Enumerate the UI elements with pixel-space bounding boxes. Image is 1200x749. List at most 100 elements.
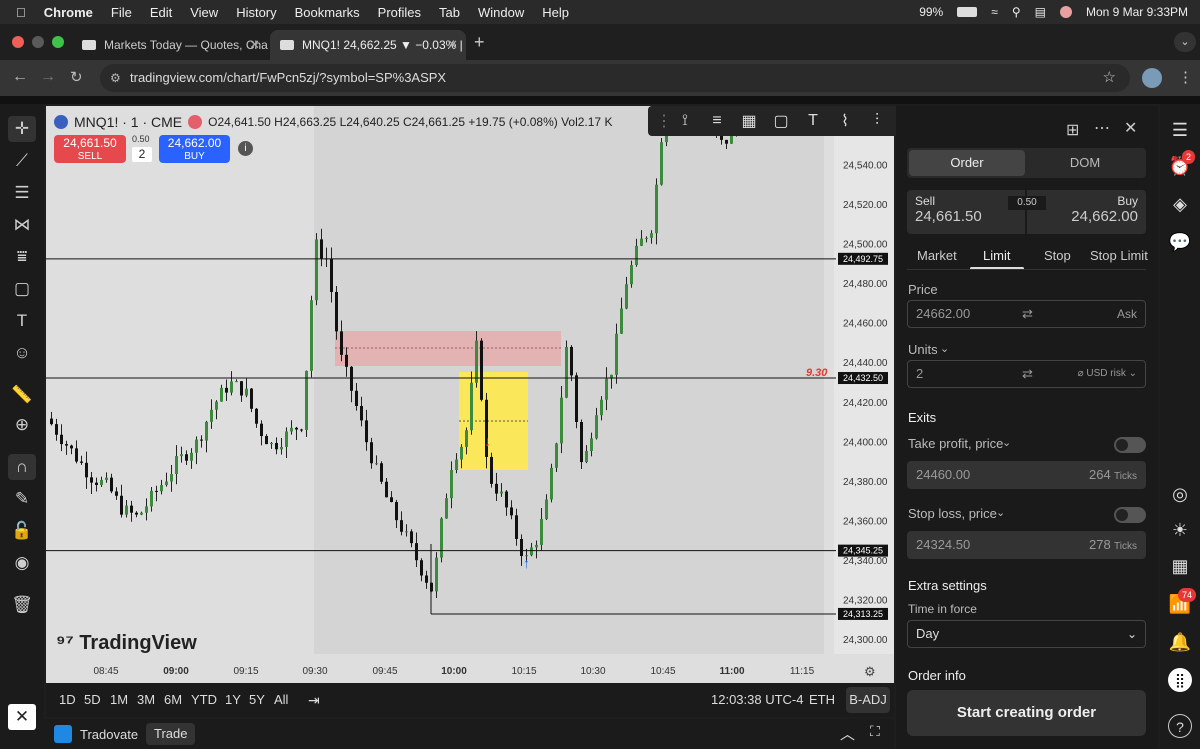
bookmark-star-icon[interactable]: ☆	[1103, 64, 1116, 92]
sell-button[interactable]: 24,661.50 SELL	[54, 135, 126, 163]
order-type-stop-limit[interactable]: Stop Limit	[1090, 248, 1148, 263]
channel-tool-icon[interactable]: ⫶	[866, 112, 888, 130]
reload-icon[interactable]: ↻	[70, 68, 83, 86]
adjustment-toggle[interactable]: B-ADJ	[846, 687, 890, 713]
crosshair-icon[interactable]: ✛	[8, 116, 36, 142]
menu-file[interactable]: File	[111, 5, 132, 20]
take-profit-toggle[interactable]	[1114, 437, 1146, 453]
broker-label[interactable]: Tradovate	[80, 727, 138, 742]
order-type-stop[interactable]: Stop	[1044, 248, 1071, 263]
range-1d[interactable]: 1D	[59, 692, 76, 707]
target-icon[interactable]: ◎	[1168, 482, 1192, 506]
battery-icon[interactable]	[957, 7, 978, 17]
text-icon[interactable]: T	[8, 308, 36, 334]
session-toggle[interactable]: ETH	[809, 692, 835, 707]
take-profit-input[interactable]: 24460.00 264 Ticks	[907, 461, 1146, 489]
range-6m[interactable]: 6M	[164, 692, 182, 707]
chart-settings-icon[interactable]: ⚙	[864, 664, 876, 679]
layout-icon[interactable]: ⊞	[1066, 120, 1079, 140]
rect-tool-icon[interactable]: ▢	[770, 111, 792, 131]
start-creating-order-button[interactable]: Start creating order	[907, 690, 1146, 736]
tab-dom[interactable]: DOM	[1027, 150, 1143, 176]
price-side[interactable]: Ask	[1117, 301, 1137, 327]
units-input[interactable]: 2 ⇄ ⌀ USD risk ⌄	[907, 360, 1146, 388]
control-center-icon[interactable]: ▤	[1035, 5, 1046, 19]
menu-edit[interactable]: Edit	[150, 5, 172, 20]
menu-history[interactable]: History	[236, 5, 276, 20]
help-icon[interactable]: ?	[1168, 714, 1192, 738]
trash-icon[interactable]: 🗑	[8, 592, 36, 618]
more-options-icon[interactable]: ⋯	[1094, 118, 1110, 138]
brush-tool-icon[interactable]: ⌇	[834, 111, 856, 131]
menu-profiles[interactable]: Profiles	[378, 5, 421, 20]
range-3m[interactable]: 3M	[137, 692, 155, 707]
back-icon[interactable]: ←	[12, 68, 28, 86]
rectangle-icon[interactable]: ▢	[8, 276, 36, 302]
time-in-force-select[interactable]: Day ⌄	[907, 620, 1146, 648]
draw-mode-icon[interactable]: ✎	[8, 486, 36, 512]
menu-view[interactable]: View	[190, 5, 218, 20]
info-icon[interactable]: i	[238, 141, 253, 156]
tab-order[interactable]: Order	[909, 150, 1025, 176]
address-bar[interactable]: ⚙ tradingview.com/chart/FwPcn5zj/?symbol…	[100, 64, 1130, 92]
demand-zone[interactable]	[459, 372, 528, 470]
wifi-icon[interactable]: ≈	[991, 5, 998, 19]
units-chevron-icon[interactable]: ⌄	[940, 342, 949, 355]
price-chart[interactable]: 24,560.0024,540.0024,520.0024,500.0024,4…	[46, 106, 894, 683]
pattern-icon[interactable]: ⋈	[8, 212, 36, 238]
menu-bookmarks[interactable]: Bookmarks	[295, 5, 360, 20]
trade-tab[interactable]: Trade	[146, 723, 196, 745]
range-all[interactable]: All	[274, 692, 288, 707]
search-icon[interactable]: ⚲	[1012, 5, 1021, 19]
swap-icon[interactable]: ⇄	[1022, 301, 1033, 327]
apps-grid-icon[interactable]: ⣿	[1168, 668, 1192, 692]
units-label[interactable]: Units	[908, 342, 938, 357]
watchlist-icon[interactable]: ☰	[1168, 118, 1192, 142]
apple-icon[interactable]: 	[16, 5, 26, 20]
browser-tab-mnq[interactable]: MNQ1! 24,662.25 ▼ −0.03% | ✕	[270, 30, 466, 60]
take-profit-label[interactable]: Take profit, price	[908, 436, 1003, 451]
collapse-panel-icon[interactable]: ︿	[840, 723, 855, 744]
buy-button[interactable]: 24,662.00 BUY	[159, 135, 230, 163]
calendar-icon[interactable]: ▦	[1168, 554, 1192, 578]
order-type-market[interactable]: Market	[917, 248, 957, 263]
profile-avatar[interactable]	[1142, 68, 1162, 88]
stop-loss-label[interactable]: Stop loss, price	[908, 506, 997, 521]
object-tree-icon[interactable]: ✕	[8, 704, 36, 730]
path-tool-icon[interactable]: ⟟	[674, 112, 696, 130]
maximize-panel-icon[interactable]: ⛶	[870, 723, 880, 740]
chat-icon[interactable]: 💬	[1168, 230, 1192, 254]
user-avatar-icon[interactable]	[1059, 6, 1072, 18]
order-type-limit[interactable]: Limit	[983, 248, 1010, 263]
minimize-window-button[interactable]	[32, 36, 44, 48]
range-1y[interactable]: 1Y	[225, 692, 241, 707]
symbol-label[interactable]: MNQ1! · 1 · CME	[74, 114, 182, 130]
ideas-icon[interactable]: ☀	[1168, 518, 1192, 542]
zoom-in-icon[interactable]: ⊕	[8, 412, 36, 438]
candlestick-chart[interactable]: 24,560.0024,540.0024,520.0024,500.0024,4…	[46, 106, 894, 683]
range-5y[interactable]: 5Y	[249, 692, 265, 707]
bell-icon[interactable]: 🔔	[1168, 630, 1192, 654]
menu-tab[interactable]: Tab	[439, 5, 460, 20]
magnet-icon[interactable]: ∩	[8, 454, 36, 480]
quantity-field[interactable]: 2	[132, 147, 152, 162]
chrome-menu-icon[interactable]: ⋮	[1178, 68, 1193, 86]
trend-line-icon[interactable]: ⟋	[8, 148, 36, 174]
new-tab-button[interactable]: +	[474, 32, 485, 53]
close-tab-icon[interactable]: ✕	[447, 37, 458, 53]
maximize-window-button[interactable]	[52, 36, 64, 48]
fib-icon[interactable]: ⩸	[8, 244, 36, 270]
site-info-icon[interactable]: ⚙	[110, 64, 121, 92]
forward-icon[interactable]: →	[40, 68, 56, 86]
grid-tool-icon[interactable]: ▦	[738, 111, 760, 131]
close-tab-icon[interactable]: ✕	[249, 37, 260, 53]
price-input[interactable]: 24662.00 ⇄ Ask	[907, 300, 1146, 328]
menubar-datetime[interactable]: Mon 9 Mar 9:33PM	[1086, 5, 1188, 19]
ruler-icon[interactable]: 📏	[8, 382, 36, 408]
tab-search-button[interactable]: ⌄	[1174, 32, 1196, 52]
layers-icon[interactable]: ◈	[1168, 192, 1192, 216]
text-tool-icon[interactable]: T	[802, 112, 824, 130]
sl-chevron-icon[interactable]: ⌄	[996, 506, 1005, 519]
drag-handle-icon[interactable]: ⋮	[656, 111, 672, 131]
clock-readout[interactable]: 12:03:38 UTC-4	[711, 692, 804, 707]
